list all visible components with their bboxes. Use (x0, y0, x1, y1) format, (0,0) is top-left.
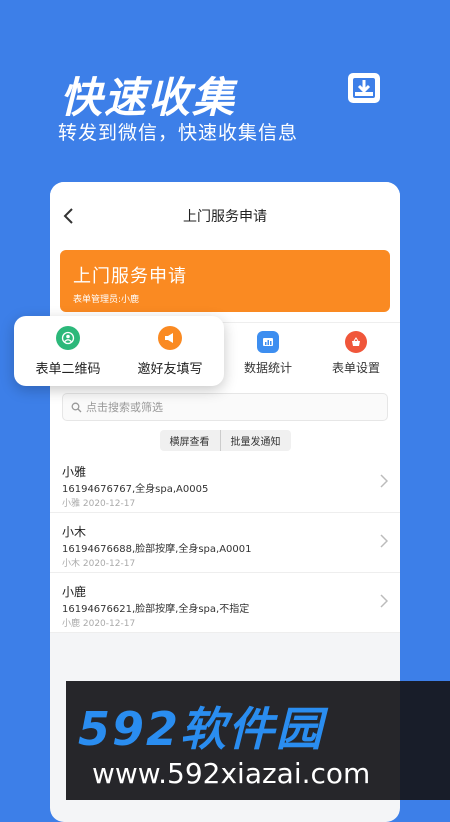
settings-basket-icon (345, 331, 367, 353)
entry-name: 小雅 (62, 465, 87, 479)
hero-subtitle: 转发到微信，快速收集信息 (58, 122, 299, 144)
entry-detail: 16194676688,脸部按摩,全身spa,A0001 (62, 544, 252, 555)
list-toolbar: 横屏查看 批量发通知 (50, 427, 400, 453)
entry-meta: 小雅 2020-12-17 (62, 499, 136, 509)
search-placeholder: 点击搜索或筛选 (86, 401, 163, 414)
megaphone-icon (158, 326, 182, 350)
list-item[interactable]: 小雅 16194676767,全身spa,A0005 小雅 2020-12-17 (50, 453, 400, 513)
invite-friend-button[interactable]: 邀好友填写 (120, 326, 220, 377)
share-popup: 表单二维码 邀好友填写 (14, 316, 224, 386)
qrcode-user-icon (56, 326, 80, 350)
watermark-url: www.592xiazai.com (92, 757, 371, 790)
form-settings-button[interactable]: 表单设置 (316, 331, 396, 376)
form-banner: 上门服务申请 表单管理员:小鹿 (60, 250, 390, 312)
stats-label: 数据统计 (243, 361, 292, 375)
chevron-right-icon (380, 474, 388, 488)
list-item[interactable]: 小木 16194676688,脸部按摩,全身spa,A0001 小木 2020-… (50, 513, 400, 573)
nav-bar: 上门服务申请 (50, 182, 400, 250)
search-icon (71, 402, 82, 412)
search-input[interactable]: 点击搜索或筛选 (62, 393, 388, 421)
entry-list: 小雅 16194676767,全身spa,A0005 小雅 2020-12-17… (50, 453, 400, 633)
landscape-view-button[interactable]: 横屏查看 (159, 429, 221, 451)
invite-friend-label: 邀好友填写 (137, 362, 203, 377)
hero-title: 快速收集 (60, 73, 237, 122)
entry-meta: 小木 2020-12-17 (62, 559, 136, 569)
stats-button[interactable]: 数据统计 (228, 331, 308, 376)
entry-name: 小鹿 (62, 585, 87, 599)
entry-detail: 16194676767,全身spa,A0005 (62, 484, 209, 495)
entry-meta: 小鹿 2020-12-17 (62, 619, 136, 629)
batch-notify-button[interactable]: 批量发通知 (220, 429, 291, 451)
form-settings-label: 表单设置 (331, 361, 380, 375)
entry-detail: 16194676621,脸部按摩,全身spa,不指定 (62, 604, 250, 615)
chevron-right-icon (380, 534, 388, 548)
banner-subtitle: 表单管理员:小鹿 (73, 295, 140, 305)
qrcode-button[interactable]: 表单二维码 (18, 326, 118, 377)
banner-title: 上门服务申请 (73, 266, 187, 287)
entry-name: 小木 (62, 525, 87, 539)
chevron-right-icon (380, 594, 388, 608)
page-title: 上门服务申请 (183, 209, 267, 225)
qrcode-label: 表单二维码 (35, 362, 101, 377)
stats-icon (257, 331, 279, 353)
list-item[interactable]: 小鹿 16194676621,脸部按摩,全身spa,不指定 小鹿 2020-12… (50, 573, 400, 633)
download-tray-icon (348, 73, 380, 103)
watermark-brand: 592软件园 (78, 702, 325, 756)
watermark: 592软件园 www.592xiazai.com (66, 681, 450, 800)
